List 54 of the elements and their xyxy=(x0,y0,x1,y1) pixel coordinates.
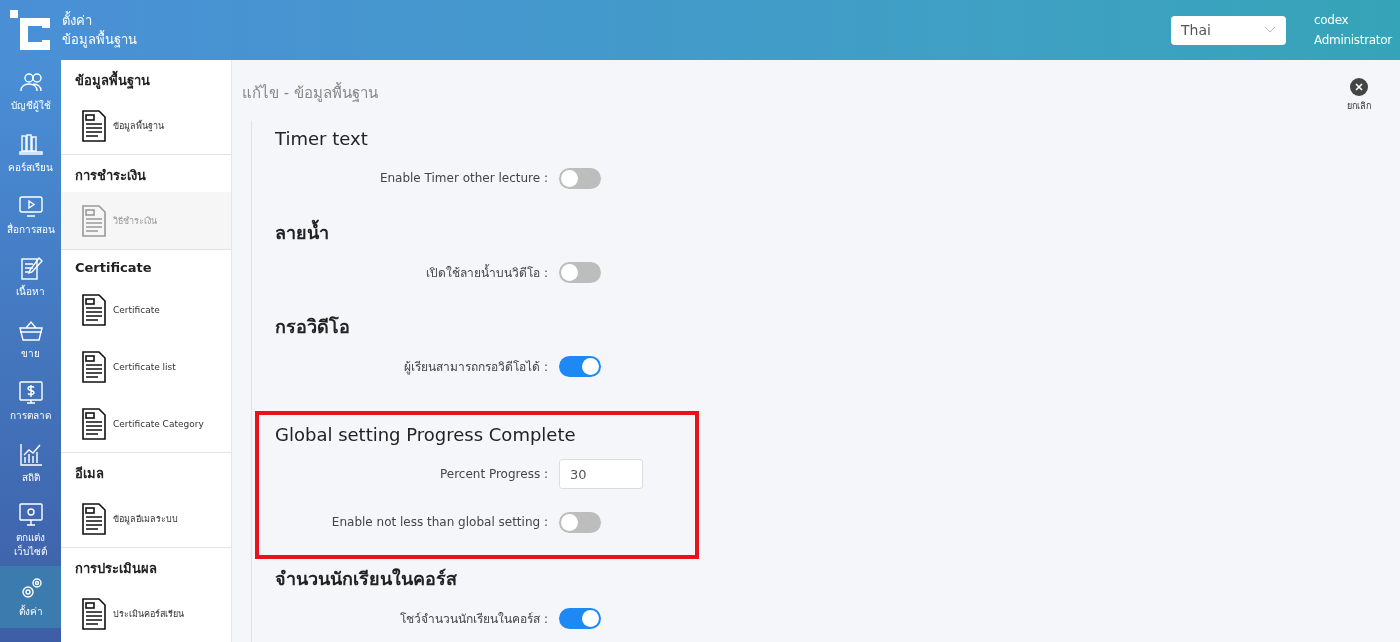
nav-item[interactable]: ขาย xyxy=(0,308,61,370)
menu-section-title: การประเมินผล xyxy=(74,560,158,578)
field-label: ผู้เรียนสามารถกรอวิดีโอได้ : xyxy=(403,358,549,376)
nav-item[interactable]: การตลาด xyxy=(0,370,61,432)
field-label: Enable Timer other lecture : xyxy=(378,171,549,185)
field-label: โชว์จำนวนนักเรียนในคอร์ส : xyxy=(399,610,549,628)
nav-item[interactable]: สื่อการสอน xyxy=(0,184,61,246)
menu-item[interactable]: ข้อมูลพื้นฐาน xyxy=(61,97,231,154)
input-field[interactable]: 30 xyxy=(559,459,643,489)
nav-item[interactable]: สถิติ xyxy=(0,432,61,494)
field-label: เปิดใช้ลายน้ำบนวิดีโอ : xyxy=(425,263,549,282)
menu-section-title: อีเมล xyxy=(74,465,105,483)
menu-item[interactable]: ประเมินคอร์สเรียน xyxy=(61,585,231,642)
menu-section-title: Certificate xyxy=(74,259,153,277)
user-name: codex xyxy=(1314,12,1350,29)
dollar-monitor-icon xyxy=(16,379,45,407)
menu-section-title: ข้อมูลพื้นฐาน xyxy=(61,60,231,97)
section-title: Timer text xyxy=(275,127,369,151)
toggle-switch[interactable] xyxy=(559,607,601,629)
document-icon xyxy=(81,501,107,536)
document-icon xyxy=(81,108,107,143)
chevron-down-icon xyxy=(1264,26,1276,34)
menu-item[interactable]: ข้อมูลอีเมลระบบ xyxy=(61,490,231,547)
section-title: กรอวิดีโอ xyxy=(275,315,351,339)
toggle-switch[interactable] xyxy=(559,511,601,533)
nav-item[interactable]: ตกแต่ง เว็บไซต์ xyxy=(0,494,61,566)
menu-item[interactable]: Certificate list xyxy=(61,338,231,395)
section-title: ลายน้ำ xyxy=(275,221,695,245)
section-title: จำนวนนักเรียนในคอร์ส xyxy=(275,567,458,591)
nav-item[interactable]: ตั้งค่า xyxy=(0,566,61,628)
document-icon xyxy=(81,349,107,384)
field-label: Percent Progress : xyxy=(438,467,549,481)
nav-item[interactable]: บัญชีผู้ใช้ xyxy=(0,60,61,122)
language-select[interactable]: Thai xyxy=(1171,15,1286,45)
toggle-switch[interactable] xyxy=(559,355,601,377)
menu-item[interactable]: Certificate Category xyxy=(61,395,231,452)
document-icon xyxy=(81,203,107,238)
document-icon xyxy=(81,292,107,327)
nav-item[interactable]: เนื้อหา xyxy=(0,246,61,308)
toggle-switch[interactable] xyxy=(559,261,601,283)
toggle-switch[interactable] xyxy=(559,167,601,189)
nav-item[interactable]: คอร์สเรียน xyxy=(0,122,61,184)
document-icon xyxy=(81,406,107,441)
close-icon xyxy=(1350,78,1368,96)
app-title: ข้อมูลพื้นฐาน xyxy=(62,30,137,49)
field-label: Enable not less than global setting : xyxy=(330,515,549,529)
menu-item[interactable]: Certificate xyxy=(61,281,231,338)
app-title: ตั้งค่า xyxy=(62,11,93,30)
document-icon xyxy=(81,596,107,631)
user-role: Administrator xyxy=(1314,32,1394,49)
cancel-button[interactable]: ยกเลิก xyxy=(1347,78,1371,113)
page-title: แก้ไข - ข้อมูลพื้นฐาน xyxy=(242,81,378,104)
section-title: Global setting Progress Complete xyxy=(275,423,577,447)
menu-section-title: การชำระเงิน xyxy=(74,167,147,185)
